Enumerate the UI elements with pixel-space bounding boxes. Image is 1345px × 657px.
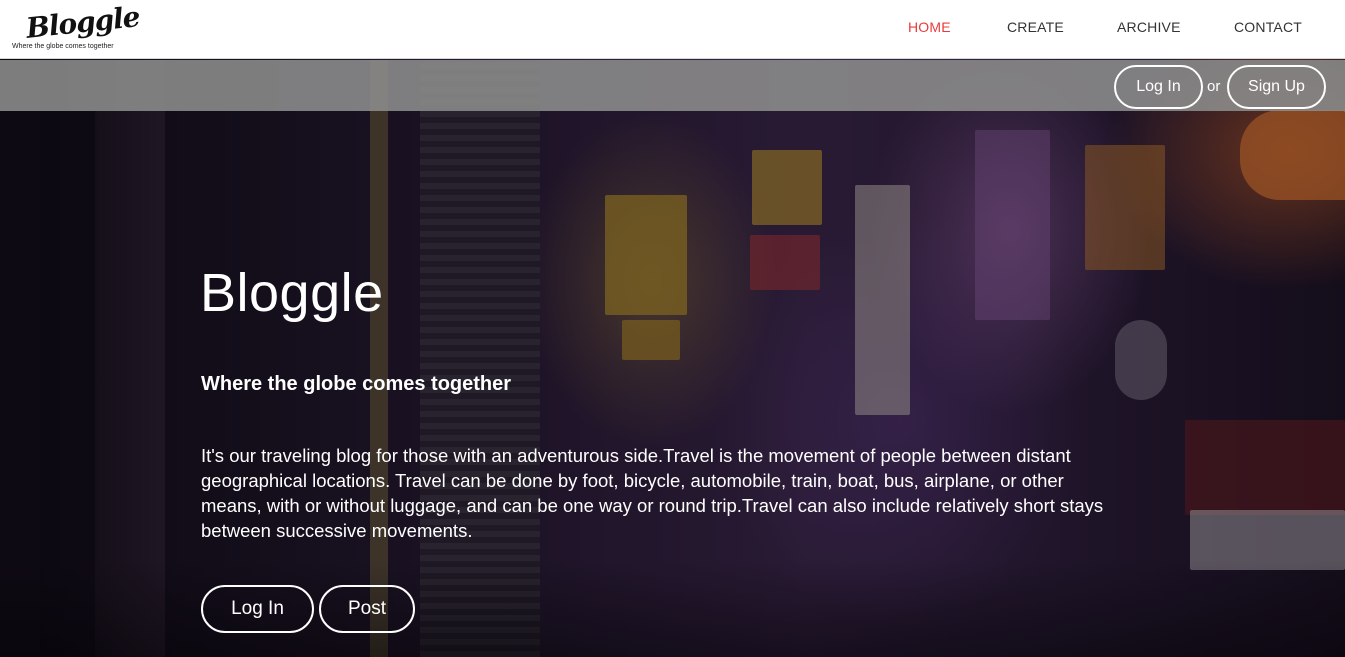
nav-contact-link[interactable]: CONTACT (1234, 19, 1302, 35)
auth-separator-text: or (1207, 78, 1221, 95)
nav-archive-link[interactable]: ARCHIVE (1117, 19, 1181, 35)
top-navbar: Bloggle Where the globe comes together H… (0, 0, 1345, 59)
hero-subtitle: Where the globe comes together (201, 373, 512, 395)
hero-post-button[interactable]: Post (319, 585, 415, 633)
hero-description: It's our traveling blog for those with a… (201, 445, 1104, 541)
nav-home-link[interactable]: HOME (908, 19, 951, 35)
hero-title: Bloggle (200, 263, 384, 323)
auth-bar: Log In or Sign Up (0, 60, 1345, 111)
header-login-button[interactable]: Log In (1114, 65, 1203, 109)
nav-create-link[interactable]: CREATE (1007, 19, 1064, 35)
logo-tagline: Where the globe comes together (12, 43, 114, 50)
hero-login-button[interactable]: Log In (201, 585, 314, 633)
header-signup-button[interactable]: Sign Up (1227, 65, 1326, 109)
brand-logo[interactable]: Bloggle Where the globe comes together (12, 0, 141, 54)
logo-wordmark: Bloggle (24, 0, 142, 45)
